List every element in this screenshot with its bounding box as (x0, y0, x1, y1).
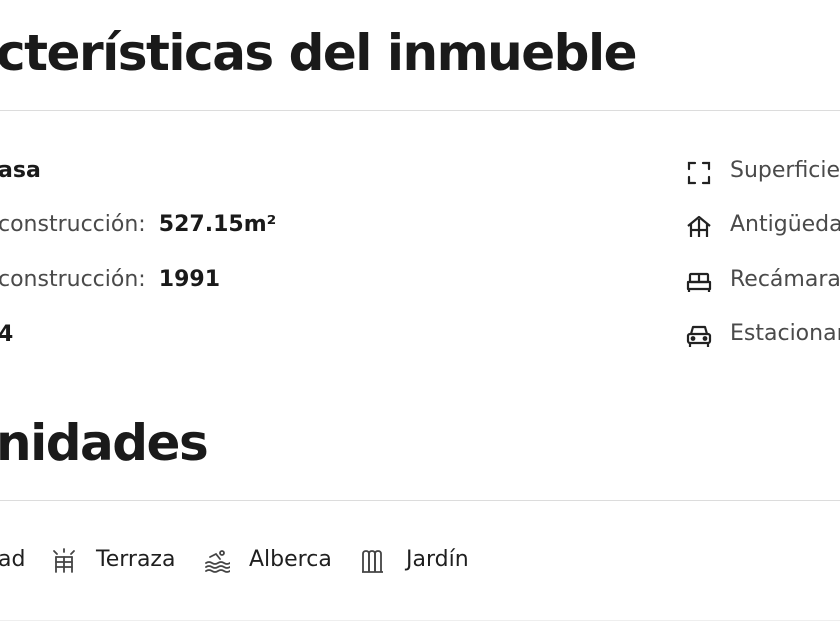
year-value: 1991 (158, 267, 221, 292)
construction-row: construcción: 527.15m² (0, 212, 276, 237)
amenity-terrace-label: Terraza (96, 547, 176, 572)
car-icon (686, 323, 712, 349)
characteristics-divider (0, 110, 840, 111)
expand-frame-icon (686, 160, 712, 186)
amenities-divider (0, 500, 840, 501)
house-roof-icon (686, 214, 712, 240)
parking-label: Estacionar (730, 321, 840, 346)
age-label: Antigüeda (730, 212, 840, 237)
amenities-title: nidades (0, 414, 209, 472)
garden-fence-icon (360, 548, 386, 574)
year-label: construcción: (0, 267, 146, 292)
amenity-pool-label: Alberca (249, 547, 332, 572)
amenity-garden-label: Jardín (406, 547, 469, 572)
construction-value: 527.15m² (158, 212, 277, 237)
characteristics-title: cterísticas del inmueble (0, 24, 638, 82)
property-type-value: asa (0, 158, 41, 183)
bedrooms-label: Recámaras (730, 267, 840, 292)
bed-icon (686, 269, 712, 295)
pool-icon (204, 548, 230, 574)
surface-label: Superficie (730, 158, 840, 183)
amenity-item-1-label: ad (0, 547, 26, 572)
year-row: construcción: 1991 (0, 267, 220, 292)
construction-label: construcción: (0, 212, 146, 237)
bottom-divider (0, 620, 840, 621)
terrace-icon (51, 548, 77, 574)
last-characteristic-value: 4 (0, 322, 14, 347)
